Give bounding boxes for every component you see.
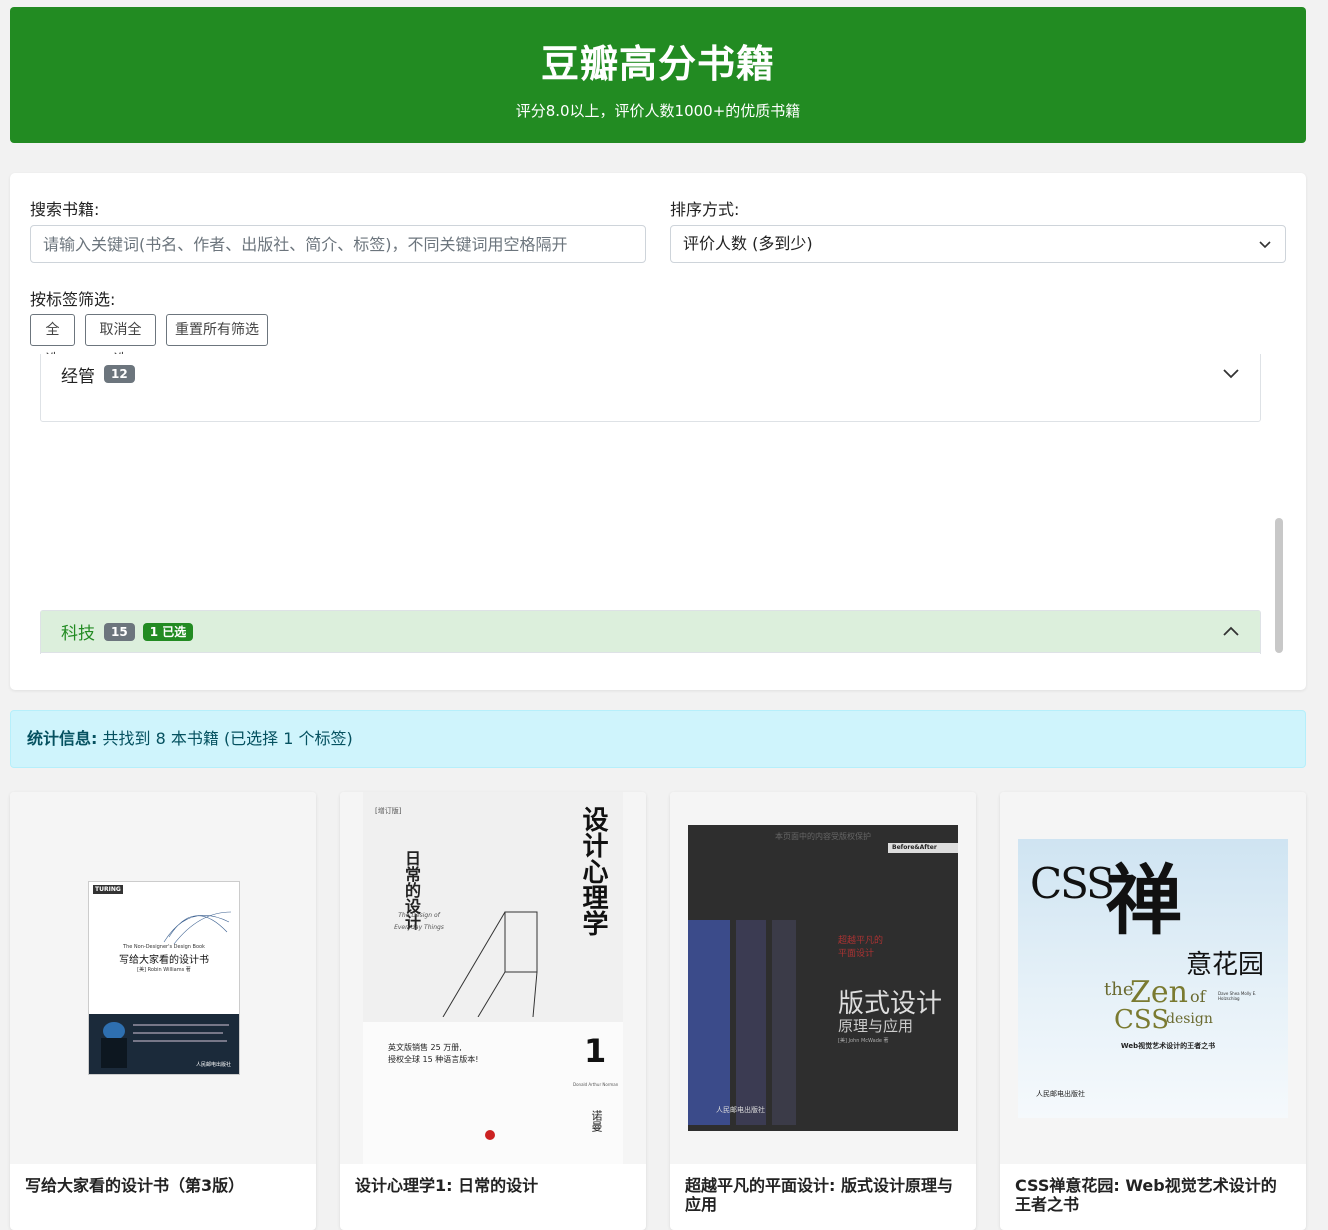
search-input[interactable] <box>30 225 646 263</box>
book-title[interactable]: 设计心理学1: 日常的设计 <box>355 1176 631 1195</box>
page-header: 豆瓣高分书籍 评分8.0以上，评价人数1000+的优质书籍 <box>10 7 1306 143</box>
deselect-all-button[interactable]: 取消全选 <box>85 314 156 368</box>
filter-panel: 搜索书籍: 排序方式: 评价人数 (多到少) 按标签筛选: 全选 取消全选 重置… <box>10 173 1306 690</box>
accordion-scrollbar[interactable] <box>1275 518 1283 653</box>
chevron-down-icon <box>1259 241 1271 249</box>
book-title[interactable]: 写给大家看的设计书（第3版） <box>25 1176 301 1195</box>
search-label: 搜索书籍: <box>30 200 100 219</box>
book-card[interactable]: TURING The Non-Designer's Design Book 写给… <box>10 792 316 1230</box>
tag-filter-label: 按标签筛选: <box>30 290 116 309</box>
page-subtitle: 评分8.0以上，评价人数1000+的优质书籍 <box>515 102 801 120</box>
reset-filters-button[interactable]: 重置所有筛选 <box>166 314 268 346</box>
page-title: 豆瓣高分书籍 <box>540 42 775 86</box>
book-title[interactable]: CSS禅意花园: Web视觉艺术设计的王者之书 <box>1015 1176 1291 1214</box>
select-all-button[interactable]: 全选 <box>30 314 75 368</box>
stats-alert: 统计信息: 共找到 8 本书籍 (已选择 1 个标签) <box>10 710 1306 768</box>
stats-text: 共找到 8 本书籍 (已选择 1 个标签) <box>102 729 353 748</box>
sort-label: 排序方式: <box>670 200 740 219</box>
sort-selected-value: 评价人数 (多到少) <box>683 234 813 253</box>
cover-swirl <box>163 911 232 945</box>
sort-select[interactable]: 评价人数 (多到少) <box>670 225 1286 263</box>
book-cover[interactable]: TURING The Non-Designer's Design Book 写给… <box>88 881 240 1075</box>
book-title[interactable]: 超越平凡的平面设计: 版式设计原理与应用 <box>685 1176 961 1214</box>
book-cover[interactable]: 本页面中的内容受版权保护 Before&After 超越平凡的平面设计 版式设计… <box>688 825 958 1131</box>
stats-label: 统计信息: <box>27 729 98 748</box>
category-accordion[interactable]: 经管 12 科技 15 1 已选 科普(31)互联网(13)科学(37)编程(1… <box>30 354 1286 654</box>
book-cover[interactable]: [增订版] 设计心理学 日常的设计 The Design of Everyday… <box>363 792 623 1164</box>
book-card[interactable]: [增订版] 设计心理学 日常的设计 The Design of Everyday… <box>340 792 646 1230</box>
book-card[interactable]: 本页面中的内容受版权保护 Before&After 超越平凡的平面设计 版式设计… <box>670 792 976 1230</box>
book-cover[interactable]: CSS 禅 意花园 the Zen of Dave Shea Molly E. … <box>1018 839 1288 1118</box>
cover-door-drawing <box>442 911 538 1017</box>
book-card[interactable]: CSS 禅 意花园 the Zen of Dave Shea Molly E. … <box>1000 792 1306 1230</box>
